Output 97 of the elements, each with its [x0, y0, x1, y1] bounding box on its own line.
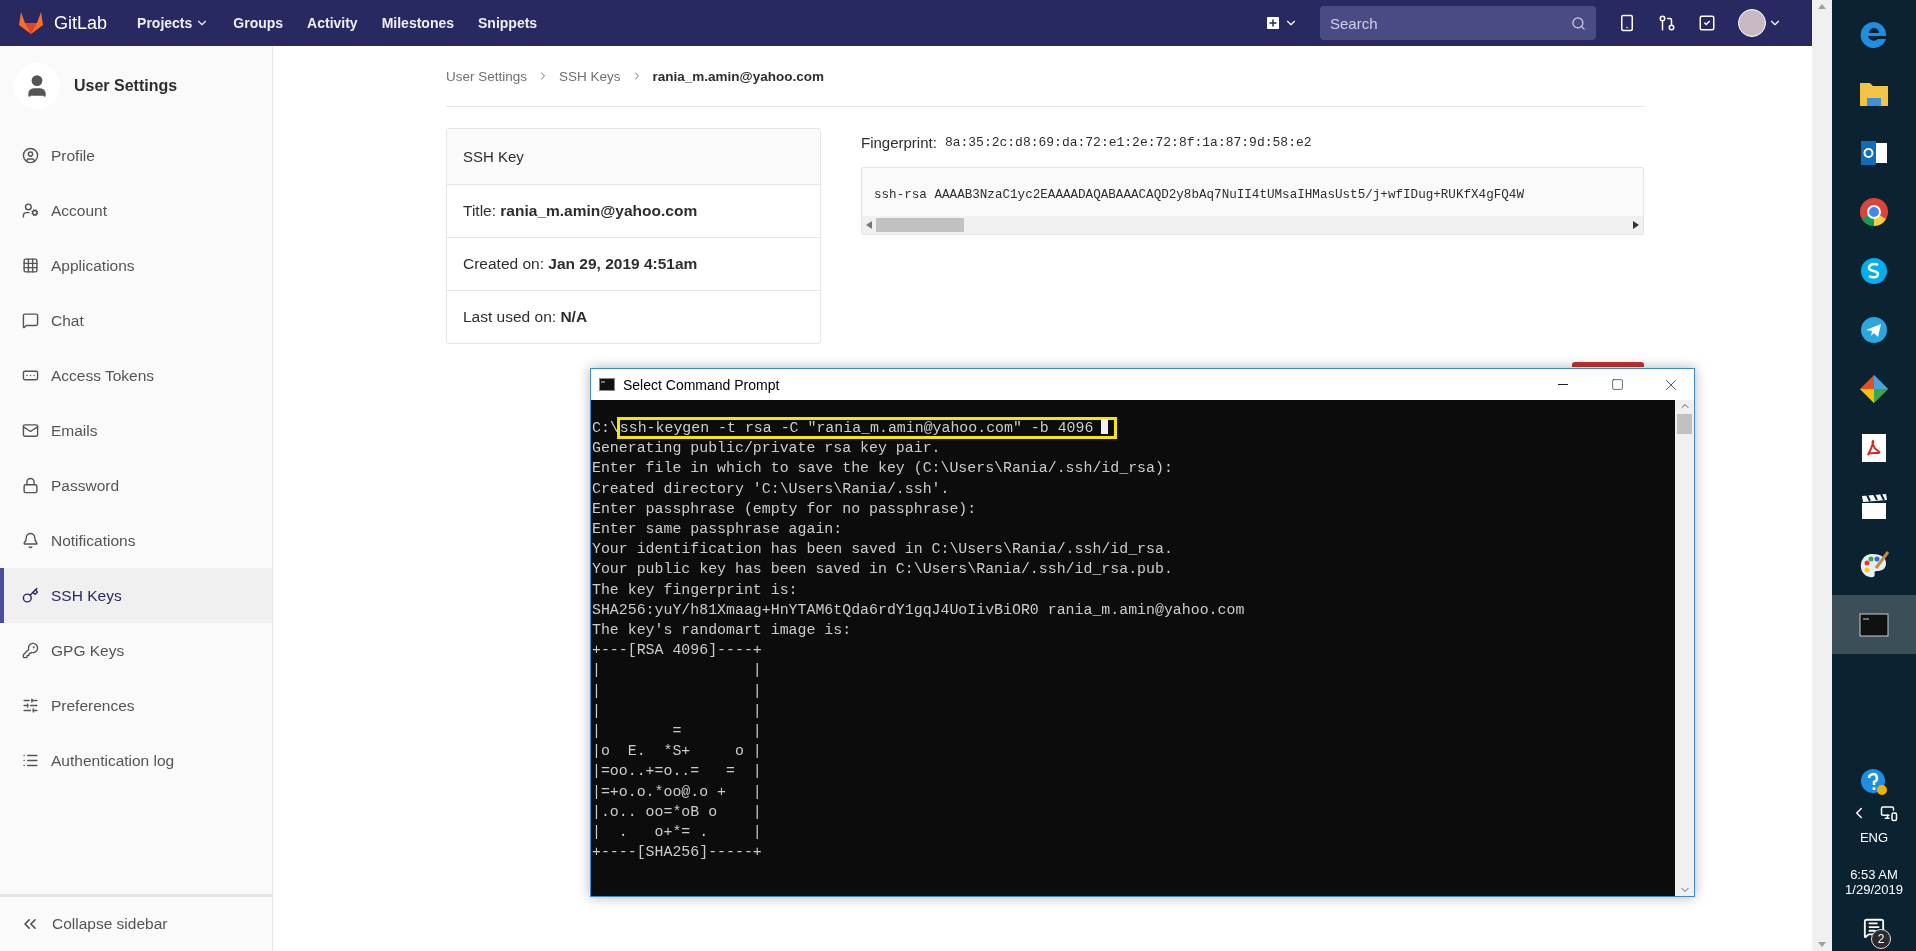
sliders-icon	[22, 697, 39, 714]
clapperboard-icon	[1859, 491, 1889, 522]
key-icon	[22, 587, 39, 604]
terminal-icon	[599, 378, 615, 391]
plus-icon	[1264, 14, 1282, 32]
mail-icon	[22, 422, 39, 439]
nav-link[interactable]: Activity	[307, 15, 358, 31]
window-title: Select Command Prompt	[623, 376, 781, 393]
terminal-line: | |	[592, 681, 763, 701]
minimize-icon	[1558, 384, 1568, 385]
sidebar-item[interactable]: Account	[0, 183, 272, 238]
key-icon	[22, 642, 39, 659]
new-item-button[interactable]	[1264, 14, 1298, 32]
breadcrumb-link[interactable]: User Settings	[446, 68, 528, 84]
terminal-line: |o E. *S+ o |	[592, 742, 763, 762]
nav-link[interactable]: Snippets	[478, 15, 538, 31]
sidebar-item[interactable]: GPG Keys	[0, 623, 272, 678]
terminal-line: |.o.. oo=*oB o |	[592, 802, 763, 822]
terminal-line: | |	[592, 701, 763, 721]
arrow-left-icon[interactable]	[866, 221, 872, 229]
key-detail: Created on: Jan 29, 2019 4:51am	[447, 238, 820, 291]
terminal-line: Your identification has been saved in C:\Users\Rania/.ssh/id_rsa.	[592, 540, 1174, 560]
chat-icon	[22, 312, 39, 329]
chat-bubble-icon	[1859, 255, 1889, 286]
sidebar-item[interactable]: Password	[0, 458, 272, 513]
terminal-line: The key fingerprint is:	[592, 580, 799, 600]
terminal-line: Enter file in which to save the key (C:\Users\Rania/.ssh/id_rsa):	[592, 459, 1174, 479]
breadcrumb-link[interactable]: rania_m.amin@yahoo.com	[652, 68, 825, 84]
terminal-line: Your public key has been saved in C:\Users\Rania/.ssh/id_rsa.pub.	[592, 560, 1174, 580]
scrollbar-thumb[interactable]	[876, 218, 964, 232]
clock-date[interactable]: 1/29/2019	[1845, 882, 1903, 897]
help-icon	[1860, 768, 1888, 796]
notification-count: 2	[1871, 929, 1891, 949]
clock-time[interactable]: 6:53 AM	[1845, 867, 1903, 882]
terminal-line: The key's randomart image is:	[592, 621, 853, 641]
sidebar-item[interactable]: SSH Keys	[0, 568, 272, 623]
sidebar-item[interactable]: Notifications	[0, 513, 272, 568]
document-icon	[1860, 432, 1888, 463]
list-icon	[22, 752, 39, 769]
sidebar-item[interactable]: Access Tokens	[0, 348, 272, 403]
nav-link[interactable]: Milestones	[381, 15, 454, 31]
fox-logo-icon	[18, 11, 44, 35]
nav-link[interactable]: Groups	[233, 15, 284, 31]
paper-plane-icon	[1859, 314, 1889, 345]
lock-icon	[22, 477, 39, 494]
terminal-line: |=oo..+=o..= = |	[592, 762, 763, 782]
sidebar-item[interactable]: Applications	[0, 238, 272, 293]
todo-button[interactable]	[1698, 14, 1716, 32]
terminal-line: Generating public/private rsa key pair.	[592, 439, 942, 459]
terminal-line: SHA256:yuY/h81Xmaag+HnYTAM6tQda6rdY1gqJ4UoIivBiOR0 rania_m.amin@yahoo.com	[592, 600, 1246, 620]
arrow-right-icon[interactable]	[1633, 221, 1639, 229]
issues-button[interactable]	[1618, 14, 1636, 32]
card-heading: SSH Key	[447, 129, 820, 185]
terminal-line: | |	[592, 661, 763, 681]
fingerprint-value: 8a:35:2c:d8:69:da:72:e1:2e:72:8f:1a:87:9d:58:e2	[944, 135, 1312, 150]
merge-request-button[interactable]	[1658, 14, 1676, 32]
sidebar-item[interactable]: Emails	[0, 403, 272, 458]
terminal-line: | = |	[592, 722, 763, 742]
terminal-line: +---[RSA 4096]----+	[592, 641, 763, 661]
maximize-icon	[1610, 378, 1624, 391]
terminal-line: |=+o.o.*oo@.o + |	[592, 782, 763, 802]
user-circle-icon	[22, 147, 39, 164]
sidebar-item[interactable]: Preferences	[0, 678, 272, 733]
terminal-line: Enter same passphrase again:	[592, 520, 844, 539]
sidebar-title: User Settings	[74, 77, 178, 95]
network-icon[interactable]	[1880, 804, 1898, 822]
terminal-prompt: C:\	[592, 420, 619, 436]
breadcrumb-link[interactable]: SSH Keys	[559, 68, 621, 84]
diamond-icon	[1858, 372, 1890, 405]
search-icon	[1571, 16, 1586, 31]
scrollbar-thumb[interactable]	[1677, 414, 1692, 434]
fingerprint-label: Fingerprint:	[861, 134, 937, 151]
sidebar-item[interactable]: Profile	[0, 128, 272, 183]
globe-icon	[1858, 195, 1890, 228]
user-gear-icon	[22, 202, 39, 219]
user-menu-button[interactable]	[1738, 9, 1782, 37]
highlighted-command: ssh-keygen -t rsa -C "rania_m.amin@yahoo.com" -b 4096	[616, 417, 1118, 439]
terminal-icon	[1859, 612, 1889, 637]
key-detail: Last used on: N/A	[462, 307, 589, 327]
language-indicator[interactable]: ENG	[1859, 830, 1889, 845]
brand-name[interactable]: GitLab	[54, 12, 108, 34]
terminal-line: Created directory 'C:\Users\Rania/.ssh'.	[592, 479, 951, 499]
terminal-line: | . o+*= . |	[592, 823, 763, 843]
sidebar-item[interactable]: Authentication log	[0, 733, 272, 788]
terminal-scrollbar[interactable]	[1675, 400, 1694, 896]
search-field[interactable]: Search	[1320, 6, 1596, 40]
nav-link[interactable]: Projects	[137, 15, 210, 31]
terminal-line: +----[SHA256]-----+	[592, 843, 763, 863]
horizontal-scrollbar[interactable]	[862, 216, 1643, 234]
public-key-text: ssh-rsa AAAAB3NzaC1yc2EAAAADAQABAAACAQD2y8bAq7NuII4tUMsaIHMasUst5/j+wfIDug+RUKfX4gFQ4W	[873, 187, 1525, 204]
bell-icon	[22, 532, 39, 549]
grid-icon	[22, 257, 39, 274]
collapse-sidebar-link[interactable]: Collapse sidebar	[0, 894, 272, 951]
key-detail: Title: rania_m.amin@yahoo.com	[447, 185, 820, 238]
sidebar-item[interactable]: Chat	[0, 293, 272, 348]
text-cursor	[1101, 419, 1109, 434]
terminal-line: Enter passphrase (empty for no passphrase):	[592, 499, 978, 519]
